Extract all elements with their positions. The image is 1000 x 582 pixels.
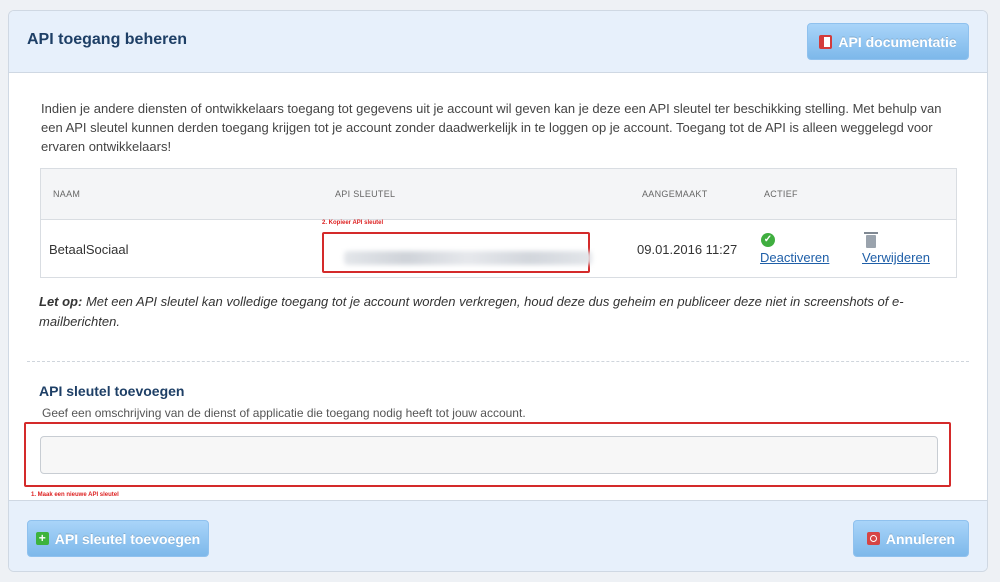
cancel-label: Annuleren bbox=[885, 530, 956, 547]
warning-text: Met een API sleutel kan volledige toegan… bbox=[39, 294, 904, 329]
description-label: Geef een omschrijving van de dienst of a… bbox=[42, 406, 526, 420]
column-header-created: AANGEMAAKT bbox=[642, 189, 708, 199]
api-documentation-label: API documentatie bbox=[838, 33, 957, 50]
copy-key-hint: 2. Kopieer API sleutel bbox=[322, 220, 384, 226]
row-created: 09.01.2016 11:27 bbox=[637, 242, 738, 257]
panel-header: API toegang beheren API documentatie bbox=[9, 11, 987, 73]
api-keys-table: NAAM API SLEUTEL AANGEMAAKT ACTIEF 2. Ko… bbox=[40, 168, 957, 278]
warning-prefix: Let op: bbox=[39, 294, 83, 309]
security-warning: Let op: Met een API sleutel kan volledig… bbox=[39, 292, 959, 332]
column-header-name: NAAM bbox=[53, 189, 81, 199]
description-input[interactable] bbox=[40, 436, 938, 474]
create-key-hint: 1. Maak een nieuwe API sleutel bbox=[31, 492, 119, 498]
trash-icon[interactable] bbox=[864, 232, 878, 248]
section-divider bbox=[27, 361, 969, 362]
cancel-button[interactable]: Annuleren bbox=[853, 520, 969, 557]
plus-icon: + bbox=[35, 532, 49, 545]
table-header: NAAM API SLEUTEL AANGEMAAKT ACTIEF bbox=[41, 169, 956, 220]
api-key-value-blurred[interactable] bbox=[344, 251, 592, 265]
intro-text: Indien je andere diensten of ontwikkelaa… bbox=[41, 101, 942, 154]
api-documentation-button[interactable]: API documentatie bbox=[807, 23, 969, 60]
api-key-highlight bbox=[322, 232, 592, 273]
add-api-key-label: API sleutel toevoegen bbox=[54, 530, 201, 547]
checkmark-icon: ✓ bbox=[761, 233, 775, 247]
panel-footer: + API sleutel toevoegen Annuleren bbox=[9, 500, 987, 571]
api-access-panel: API toegang beheren API documentatie Ind… bbox=[8, 10, 988, 572]
add-key-section-title: API sleutel toevoegen bbox=[39, 383, 185, 399]
column-header-active: ACTIEF bbox=[764, 189, 798, 199]
column-header-api-key: API SLEUTEL bbox=[335, 189, 396, 199]
row-name: BetaalSociaal bbox=[49, 242, 129, 257]
deactivate-link[interactable]: Deactiveren bbox=[760, 250, 829, 265]
cancel-icon bbox=[866, 532, 880, 545]
add-api-key-button[interactable]: + API sleutel toevoegen bbox=[27, 520, 209, 557]
page-title: API toegang beheren bbox=[27, 31, 188, 48]
book-icon bbox=[819, 34, 833, 49]
delete-link[interactable]: Verwijderen bbox=[862, 250, 930, 265]
